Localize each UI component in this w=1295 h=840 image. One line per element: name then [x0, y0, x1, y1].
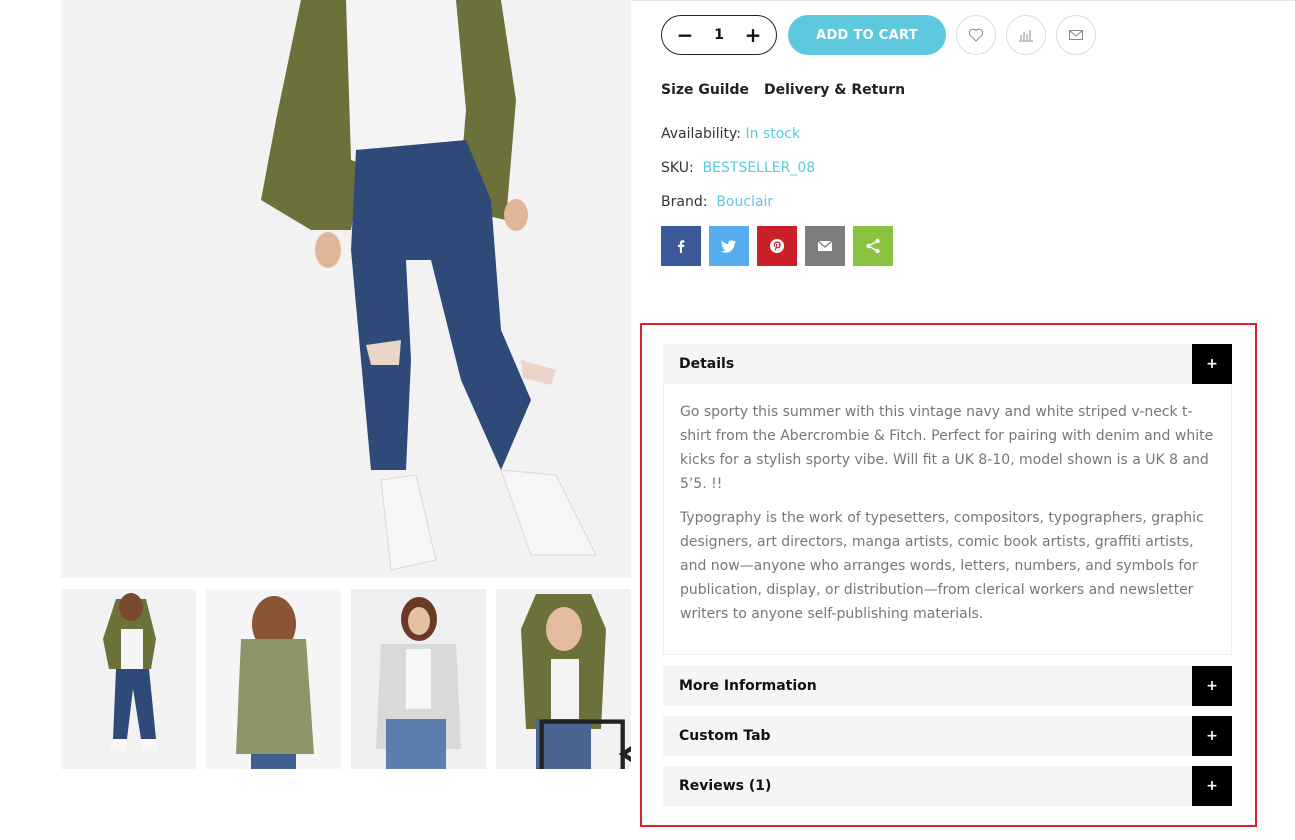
accordion-details-title: Details [679, 356, 735, 372]
thumbnail-video[interactable] [496, 589, 631, 769]
quantity-stepper[interactable]: − 1 + [661, 15, 777, 55]
add-to-cart-button[interactable]: ADD TO CART [788, 15, 946, 55]
divider [631, 0, 1295, 1]
wishlist-button[interactable] [956, 15, 996, 55]
email-friend-button[interactable] [1056, 15, 1096, 55]
reviews-toggle-button[interactable]: + [1192, 766, 1232, 806]
product-tabs-panel: Details + Go sporty this summer with thi… [640, 323, 1257, 827]
accordion-custom-tab-title: Custom Tab [679, 728, 771, 744]
quantity-value[interactable]: 1 [714, 27, 724, 43]
share-pinterest-button[interactable] [757, 226, 797, 266]
thumbnail-1[interactable] [61, 589, 196, 769]
accordion-more-information-header[interactable]: More Information + [663, 666, 1232, 706]
sku-label: SKU: [661, 160, 694, 176]
accordion-details-header[interactable]: Details + [663, 344, 1232, 384]
sku-value: BESTSELLER_08 [702, 160, 816, 176]
heart-icon [968, 28, 984, 42]
share-email-button[interactable] [805, 226, 845, 266]
availability-label: Availability: [661, 126, 742, 142]
brand-label: Brand: [661, 194, 708, 210]
share-more-button[interactable] [853, 226, 893, 266]
more-information-toggle-button[interactable]: + [1192, 666, 1232, 706]
thumbnail-gallery [61, 589, 631, 769]
details-paragraph-1: Go sporty this summer with this vintage … [680, 404, 1214, 492]
accordion-reviews-header[interactable]: Reviews (1) + [663, 766, 1232, 806]
compare-icon [1019, 30, 1033, 42]
main-product-image[interactable] [61, 0, 631, 578]
thumbnail-2[interactable] [206, 589, 341, 769]
details-toggle-button[interactable]: + [1192, 344, 1232, 384]
availability-value: In stock [745, 126, 801, 142]
details-paragraph-2: Typography is the work of typesetters, c… [680, 510, 1204, 622]
compare-button[interactable] [1006, 15, 1046, 55]
video-camera-icon [539, 719, 631, 769]
share-icon [866, 238, 880, 254]
size-guide-link[interactable]: Size Guilde [661, 82, 749, 98]
custom-tab-toggle-button[interactable]: + [1192, 716, 1232, 756]
envelope-icon [1069, 30, 1083, 40]
accordion-more-information-title: More Information [679, 678, 817, 694]
share-facebook-button[interactable] [661, 226, 701, 266]
availability-row: Availability: In stock [661, 126, 800, 142]
email-icon [817, 240, 833, 251]
brand-row: Brand: Bouclair [661, 194, 773, 210]
facebook-icon [678, 240, 685, 253]
accordion-reviews-title: Reviews (1) [679, 778, 772, 794]
increment-button[interactable]: + [744, 25, 762, 45]
decrement-button[interactable]: − [676, 25, 694, 45]
delivery-return-link[interactable]: Delivery & Return [764, 82, 905, 98]
pinterest-icon [770, 239, 784, 253]
twitter-icon [721, 240, 736, 253]
accordion-details-content: Go sporty this summer with this vintage … [663, 384, 1232, 655]
thumbnail-3[interactable] [351, 589, 486, 769]
share-twitter-button[interactable] [709, 226, 749, 266]
brand-value[interactable]: Bouclair [716, 194, 773, 210]
accordion-custom-tab-header[interactable]: Custom Tab + [663, 716, 1232, 756]
sku-row: SKU: BESTSELLER_08 [661, 160, 815, 176]
